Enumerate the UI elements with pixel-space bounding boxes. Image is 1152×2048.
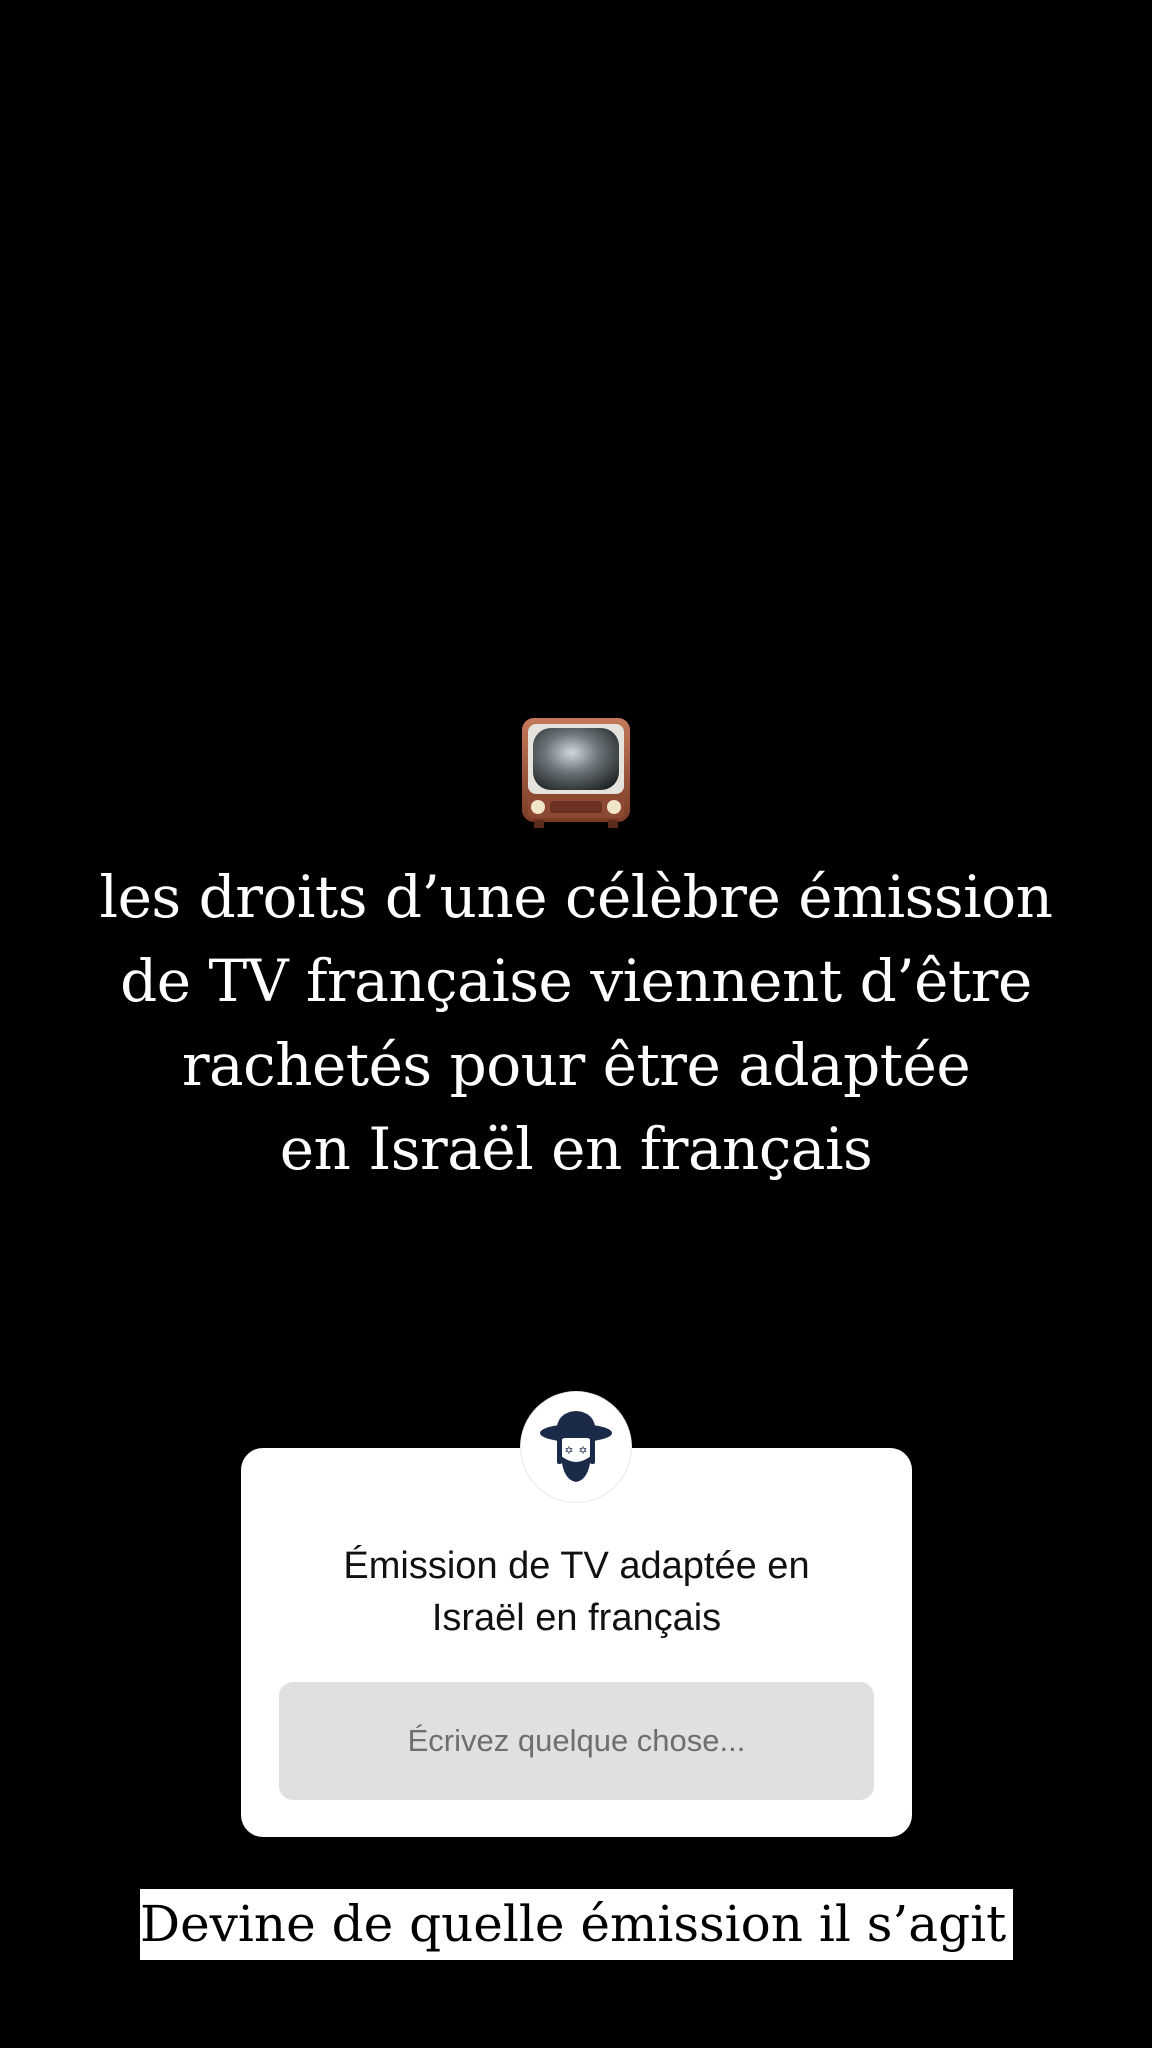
- svg-text:✡: ✡: [578, 1444, 587, 1457]
- story-canvas: les droits d’une célèbre émission de TV …: [0, 0, 1152, 2048]
- svg-text:✡: ✡: [564, 1444, 573, 1457]
- story-headline: les droits d’une célèbre émission de TV …: [40, 855, 1112, 1191]
- question-line: Émission de TV adaptée en: [343, 1545, 810, 1587]
- question-sticker[interactable]: Émission de TV adaptée en Israël en fran…: [241, 1448, 912, 1837]
- question-line: Israël en français: [431, 1597, 722, 1639]
- answer-input[interactable]: Écrivez quelque chose...: [279, 1682, 874, 1800]
- headline-line: en Israël en français: [279, 1115, 873, 1183]
- headline-line: rachetés pour être adaptée: [181, 1031, 971, 1099]
- headline-line: les droits d’une célèbre émission: [99, 863, 1053, 931]
- profile-avatar-icon: ✡ ✡: [521, 1392, 631, 1502]
- headline-line: de TV française viennent d’être: [120, 947, 1032, 1015]
- story-caption: Devine de quelle émission il s’agit !: [140, 1889, 1042, 1960]
- question-title: Émission de TV adaptée en Israël en fran…: [241, 1540, 912, 1644]
- television-icon: [518, 716, 634, 830]
